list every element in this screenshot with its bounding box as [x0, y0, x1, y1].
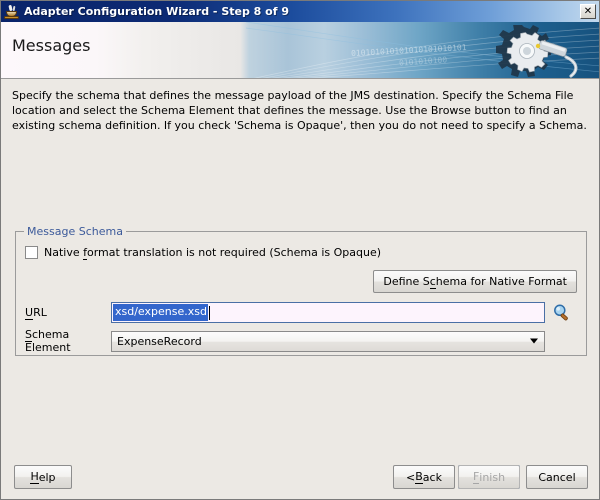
- url-input[interactable]: xsd/expense.xsd: [111, 302, 545, 323]
- magnifier-icon[interactable]: [553, 304, 571, 322]
- define-schema-for-native-format-button[interactable]: Define Sc hema for Native Format: [373, 270, 577, 293]
- title-bar: Adapter Configuration Wizard - Step 8 of…: [1, 1, 599, 22]
- message-schema-group: Message Schema Native format translation…: [15, 225, 587, 356]
- native-format-checkbox[interactable]: [25, 246, 38, 259]
- page-description: Specify the schema that defines the mess…: [12, 89, 587, 132]
- schema-element-select[interactable]: ExpenseRecord: [111, 330, 545, 352]
- back-button[interactable]: < Back: [393, 465, 455, 489]
- gear-wrench-icon: [496, 25, 578, 78]
- help-button[interactable]: Help: [14, 465, 72, 489]
- dialog-button-bar: Help < Back Next > Finish Cancel: [1, 455, 599, 499]
- native-format-checkbox-row[interactable]: Native format translation is not require…: [25, 246, 382, 260]
- adapter-configuration-wizard-dialog: Adapter Configuration Wizard - Step 8 of…: [0, 0, 600, 500]
- close-icon[interactable]: ✕: [580, 4, 596, 19]
- banner-binary-text: 010101010101010101010101: [350, 42, 467, 59]
- native-format-checkbox-label: Native format translation is not require…: [44, 246, 382, 260]
- url-row: URL xsd/expense.xsd: [25, 302, 579, 323]
- banner-swoosh-graphic: [245, 22, 599, 78]
- chevron-down-icon: [530, 338, 538, 344]
- schema-element-label: Schema Element: [25, 328, 71, 354]
- finish-button: Finish: [458, 465, 520, 489]
- page-banner: 010101010101010101010101 0101010100 Mess…: [1, 22, 599, 79]
- schema-element-value: ExpenseRecord: [117, 334, 202, 348]
- message-schema-group-legend: Message Schema: [24, 225, 126, 238]
- schema-element-row: Schema Element ExpenseRecord: [25, 328, 579, 354]
- java-coffee-cup-icon: [4, 4, 20, 20]
- url-label: URL: [25, 306, 47, 320]
- page-title: Messages: [12, 36, 91, 55]
- window-title: Adapter Configuration Wizard - Step 8 of…: [24, 5, 289, 18]
- url-input-value: xsd/expense.xsd: [113, 304, 208, 321]
- banner-binary-text-secondary: 0101010100: [398, 55, 448, 68]
- content-area: Specify the schema that defines the mess…: [1, 79, 599, 455]
- text-caret: [208, 305, 210, 320]
- cancel-button[interactable]: Cancel: [526, 465, 588, 489]
